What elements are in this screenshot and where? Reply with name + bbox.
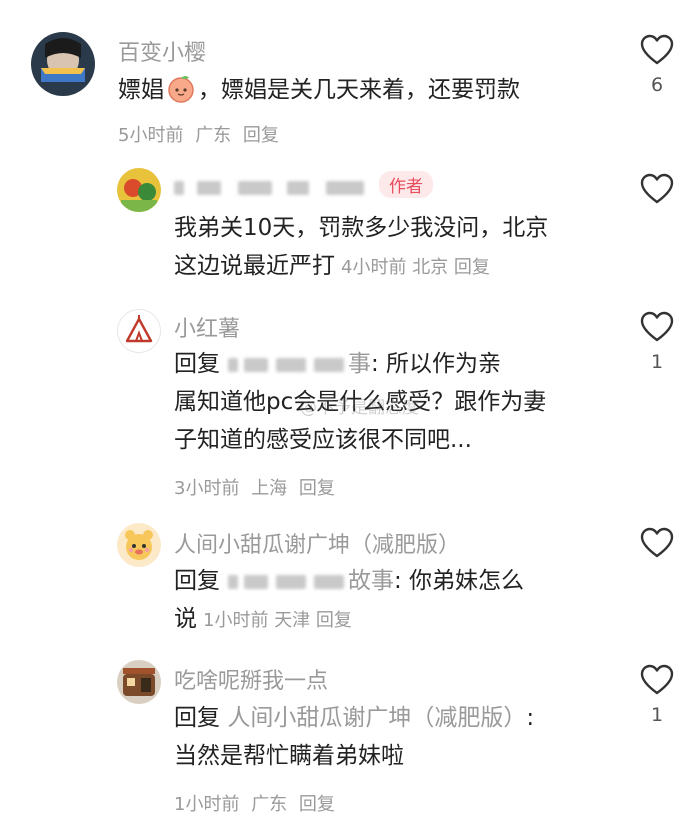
- comment-meta: 3小时前 上海 回复: [174, 474, 335, 500]
- reply-button[interactable]: 回复: [299, 794, 335, 815]
- comment-text-line: 说: [174, 606, 197, 632]
- comment-text-line: : 你弟妹怎么: [394, 568, 525, 594]
- reply-button[interactable]: 回复: [454, 257, 490, 278]
- reply-button[interactable]: 回复: [243, 125, 279, 146]
- comment-text: 我弟关10天，罚款多少我没问，北京 这边说最近严打 4小时前 北京 回复: [174, 209, 548, 287]
- comment-meta: 4小时前 北京 回复: [341, 257, 490, 278]
- reply-prefix: 回复: [174, 351, 220, 377]
- reply-button[interactable]: 回复: [299, 478, 335, 499]
- tent-avatar-icon: [118, 310, 160, 352]
- comment-text-line: : 所以作为亲: [371, 351, 502, 377]
- like-count: 1: [650, 351, 664, 373]
- heart-icon: [640, 173, 674, 204]
- reply-colon: :: [526, 705, 535, 731]
- comment-text-line: 子知道的感受应该很不同吧...: [174, 427, 472, 453]
- username[interactable]: 百变小樱: [118, 35, 206, 67]
- avatar[interactable]: [117, 309, 161, 353]
- like-button[interactable]: 1: [637, 664, 677, 726]
- comment-text-b: ，嫖娼是关几天来着，还要罚款: [198, 77, 520, 103]
- heart-icon: [640, 527, 674, 558]
- location: 北京: [412, 257, 449, 278]
- avatar[interactable]: [117, 168, 161, 212]
- reply-target[interactable]: 故事: [348, 568, 394, 594]
- watermark: @不予是翻态度: [300, 398, 419, 418]
- comment-text-a: 嫖娼: [118, 77, 164, 103]
- peach-emoji-icon: [166, 73, 196, 115]
- username[interactable]: 小红薯: [174, 311, 240, 343]
- username[interactable]: 人间小甜瓜谢广坤（减肥版）: [174, 527, 460, 559]
- comment-meta: 1小时前 天津 回复: [203, 610, 352, 631]
- comment-meta: 1小时前 广东 回复: [174, 790, 335, 816]
- timestamp: 5小时前: [118, 125, 184, 146]
- comment-meta: 5小时前 广东 回复: [118, 121, 279, 147]
- comment-text: 回复 故事: 你弟妹怎么 说 1小时前 天津 回复: [174, 562, 524, 640]
- location: 上海: [251, 478, 288, 499]
- like-button[interactable]: 6: [637, 34, 677, 96]
- like-button[interactable]: [637, 173, 677, 209]
- heart-icon: [640, 34, 674, 65]
- comment-text-line: 这边说最近严打: [174, 253, 335, 279]
- heart-icon: [640, 311, 674, 342]
- reply-button[interactable]: 回复: [316, 610, 352, 631]
- like-count: 1: [650, 704, 664, 726]
- timestamp: 3小时前: [174, 478, 240, 499]
- comment-text-line: 我弟关10天，罚款多少我没问，北京: [174, 215, 549, 241]
- avatar[interactable]: [31, 32, 95, 96]
- timestamp: 1小时前: [203, 610, 269, 631]
- reply-prefix: 回复: [174, 568, 220, 594]
- like-count: 6: [650, 74, 664, 96]
- avatar[interactable]: [117, 660, 161, 704]
- like-button[interactable]: 1: [637, 311, 677, 373]
- avatar[interactable]: [117, 523, 161, 567]
- reply-target[interactable]: 事: [348, 351, 371, 377]
- reply-prefix: 回复: [174, 705, 220, 731]
- like-button[interactable]: [637, 527, 677, 563]
- heart-icon: [640, 664, 674, 695]
- author-badge: 作者: [379, 171, 433, 198]
- username-redacted[interactable]: 作者: [174, 171, 433, 200]
- comment-text: 嫖娼 ，嫖娼是关几天来着，还要罚款: [118, 71, 520, 115]
- timestamp: 1小时前: [174, 794, 240, 815]
- location: 天津: [274, 610, 311, 631]
- username[interactable]: 吃啥呢掰我一点: [174, 663, 328, 695]
- location: 广东: [195, 125, 232, 146]
- timestamp: 4小时前: [341, 257, 407, 278]
- comment-text: 回复 人间小甜瓜谢广坤（减肥版）: 当然是帮忙瞒着弟妹啦: [174, 699, 534, 775]
- comment-text-line: 当然是帮忙瞒着弟妹啦: [174, 743, 404, 769]
- reply-target[interactable]: 人间小甜瓜谢广坤（减肥版）: [227, 705, 526, 731]
- location: 广东: [251, 794, 288, 815]
